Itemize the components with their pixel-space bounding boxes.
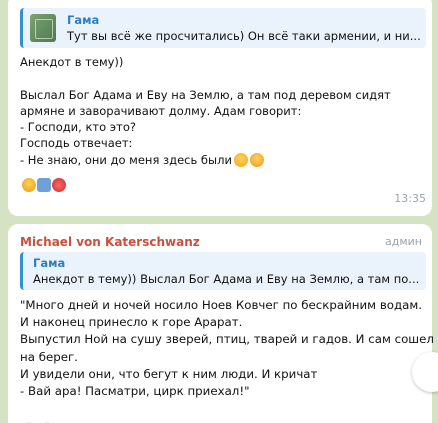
rofl-reaction-icon[interactable] [22,178,36,192]
red-reaction-icon[interactable] [52,178,66,192]
reply-quote[interactable]: Гама Анекдот в тему)) Выслал Бог Адама и… [20,252,426,290]
sender-name[interactable]: Michael von Katerschwanz [20,235,200,249]
reactions-bar[interactable] [22,178,66,196]
reply-quote[interactable]: Гама Тут вы всё же просчитались) Он всё … [20,8,426,48]
message-text: Анекдот в тему)) Выслал Бог Адама и Еву … [20,54,430,168]
message-text: "Много дней и ночей носило Ноев Ковчег п… [20,298,434,399]
reply-author: Гама [33,256,66,270]
message-time: 13:35 [394,192,426,205]
message-text-body: Анекдот в тему)) Выслал Бог Адама и Еву … [20,55,391,167]
reply-preview: Анекдот в тему)) Выслал Бог Адама и Еву … [33,272,420,286]
grinning-face-icon [233,152,248,167]
admin-badge: админ [385,235,422,248]
reply-thumbnail [30,14,56,42]
reply-author: Гама [67,13,100,27]
reply-preview: Тут вы всё же просчитались) Он всё таки … [67,29,421,43]
message-bubble-1[interactable]: Гама Тут вы всё же просчитались) Он всё … [8,0,432,216]
clapper-reaction-icon[interactable] [37,178,51,192]
rofl-face-icon [249,152,264,167]
message-bubble-2[interactable]: Michael von Katerschwanz админ Гама Анек… [8,224,434,423]
